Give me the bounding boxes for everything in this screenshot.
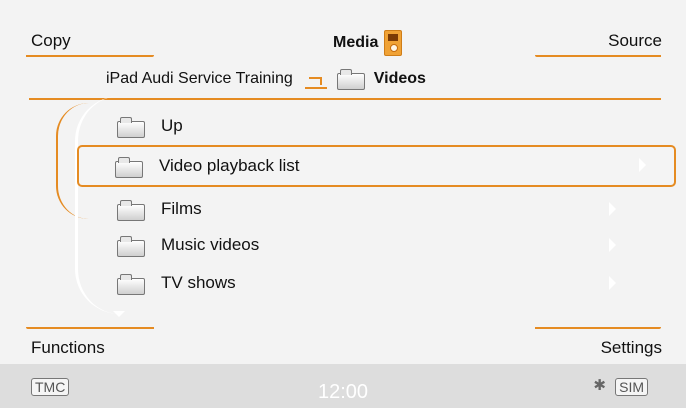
folder-up-icon [117,116,145,138]
breadcrumb: iPad Audi Service Training Videos [106,69,426,90]
breadcrumb-source: iPad Audi Service Training [106,69,293,87]
settings-underline [535,327,661,329]
source-underline [535,55,661,57]
status-bar: TMC 12:00 ✱ SIM [0,364,686,408]
copy-button[interactable]: Copy [31,31,71,51]
list-item-music-videos[interactable]: Music videos [117,230,639,260]
chevron-right-icon [609,276,616,290]
tmc-badge: TMC [31,378,70,396]
settings-button[interactable]: Settings [601,338,662,358]
media-title: Media [333,30,403,56]
clock: 12:00 [318,381,369,403]
breadcrumb-divider [29,98,661,100]
folder-icon [117,199,145,221]
source-button[interactable]: Source [608,31,662,51]
bluetooth-icon: ✱ [593,377,606,394]
ipod-icon [384,30,403,56]
sim-badge: SIM [615,378,648,396]
media-browser: Copy Media Source iPad Audi Service Trai… [0,0,686,364]
chevron-right-icon [609,238,616,252]
chevron-right-icon [609,202,616,216]
folder-icon [115,156,143,178]
list-item-films[interactable]: Films [117,194,639,224]
functions-underline [26,327,154,329]
list-item-up[interactable]: Up [117,111,639,141]
chevron-right-icon [639,158,646,172]
breadcrumb-folder: Videos [373,69,426,87]
list-item-label: Films [161,199,202,218]
infotainment-screen: Copy Media Source iPad Audi Service Trai… [0,0,686,408]
scroll-down-arrow-icon[interactable] [113,311,125,317]
videos-folder-icon [336,69,365,90]
list-item-tv-shows[interactable]: TV shows [117,268,639,298]
copy-underline [26,55,154,57]
list-item-label: Up [161,116,183,135]
folder-icon [117,235,145,257]
list-item-label: TV shows [161,273,236,292]
back-arrow-icon[interactable] [304,75,327,89]
functions-button[interactable]: Functions [31,338,105,358]
list-item-label: Music videos [161,235,260,254]
list-scroll-arc [75,96,120,314]
list-item-label: Video playback list [159,156,300,175]
folder-icon [117,273,145,295]
list-item-video-playback-list[interactable]: Video playback list [77,145,676,187]
